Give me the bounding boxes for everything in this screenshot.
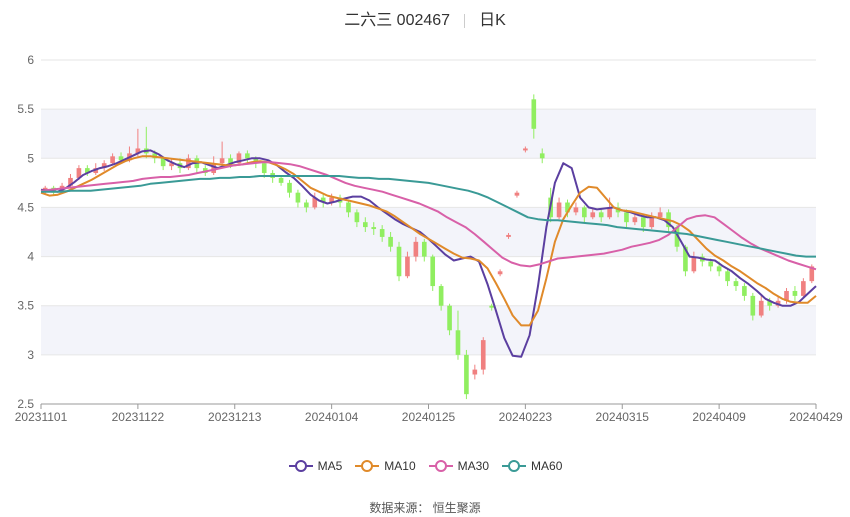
candle-body xyxy=(523,148,528,151)
candle-body xyxy=(598,212,604,218)
y-tick-label: 5.5 xyxy=(17,102,34,116)
plot-band xyxy=(41,207,816,257)
candle-body xyxy=(531,99,537,129)
candle-body xyxy=(539,153,545,159)
candle-body xyxy=(396,246,402,277)
x-axis: 20231101 20231122 20231213 20240104 20240125… xyxy=(15,403,843,424)
candle-body xyxy=(514,192,520,196)
legend-label: MA5 xyxy=(317,459,343,473)
candle-body xyxy=(219,158,225,164)
candle-body xyxy=(464,354,469,395)
legend-item-ma10[interactable]: MA10 xyxy=(354,459,416,473)
data-source: 数据来源： 恒生聚源 xyxy=(369,501,481,515)
candle-body xyxy=(371,227,377,230)
candle-body xyxy=(346,202,351,213)
y-tick-label: 4.5 xyxy=(17,200,34,214)
legend: MA5 MA10 MA30 MA60 xyxy=(0,459,850,476)
candle-body xyxy=(733,281,739,287)
plot-band xyxy=(41,305,816,355)
candle-body xyxy=(455,330,461,355)
candle-body xyxy=(110,156,115,164)
y-axis: 2.5 3 3.5 4 4.5 5 5.5 6 xyxy=(17,53,34,411)
y-tick-label: 4 xyxy=(27,250,34,264)
candle-body xyxy=(725,271,730,282)
legend-marker-icon xyxy=(428,460,453,472)
candle-body xyxy=(801,281,806,296)
candle-body xyxy=(413,241,419,257)
candle-body xyxy=(480,340,486,370)
legend-item-ma5[interactable]: MA5 xyxy=(288,459,343,473)
candle-body xyxy=(295,192,301,203)
candle-body xyxy=(447,305,452,331)
candle-body xyxy=(379,229,385,237)
candle-body xyxy=(287,182,292,193)
x-tick-label: 20240125 xyxy=(402,410,456,424)
candle-body xyxy=(261,163,267,174)
y-tick-label: 2.5 xyxy=(17,397,34,411)
candle-body xyxy=(497,271,503,275)
candle-body xyxy=(556,202,562,218)
candle-body xyxy=(640,217,646,228)
candle-body xyxy=(582,207,587,218)
candle-body xyxy=(354,212,360,223)
x-tick-label: 20240429 xyxy=(789,410,843,424)
x-tick-label: 20240409 xyxy=(692,410,746,424)
candle-body xyxy=(388,236,393,247)
candle-body xyxy=(304,202,309,208)
candle-body xyxy=(363,222,368,228)
y-tick-label: 6 xyxy=(27,53,34,67)
legend-label: MA30 xyxy=(457,459,490,473)
candle-body xyxy=(438,286,444,306)
candle-body xyxy=(742,286,747,296)
candle-body xyxy=(421,241,427,257)
kline-chart[interactable]: 2.5 3 3.5 4 4.5 5 5.5 6 20231101 20231122 2023121… xyxy=(0,0,850,450)
legend-marker-icon xyxy=(502,460,527,472)
candle-body xyxy=(472,369,478,375)
x-tick-label: 20240223 xyxy=(499,410,553,424)
candle-body xyxy=(405,256,410,277)
x-tick-label: 20231101 xyxy=(15,410,68,424)
candle-body xyxy=(708,261,714,267)
candle-body xyxy=(573,207,579,213)
candle-body xyxy=(758,300,764,316)
candle-body xyxy=(624,212,629,223)
candle-body xyxy=(691,256,697,272)
candle-body xyxy=(716,266,722,272)
candle-body xyxy=(649,217,655,228)
y-tick-label: 3 xyxy=(27,348,34,362)
x-tick-label: 20231122 xyxy=(112,410,165,424)
x-tick-label: 20240104 xyxy=(305,410,359,424)
candle-body xyxy=(750,295,756,316)
legend-item-ma30[interactable]: MA30 xyxy=(428,459,489,473)
candle-body xyxy=(489,305,494,308)
plot-bands xyxy=(41,59,816,405)
legend-marker-icon xyxy=(355,460,380,472)
plot-band xyxy=(41,109,816,159)
candle-body xyxy=(430,256,436,287)
y-tick-label: 3.5 xyxy=(17,299,34,313)
candle-body xyxy=(245,153,250,159)
legend-item-ma60[interactable]: MA60 xyxy=(501,459,562,473)
x-tick-label: 20231213 xyxy=(208,410,262,424)
legend-label: MA10 xyxy=(384,459,416,473)
candle-body xyxy=(278,177,284,183)
candle-body xyxy=(632,217,638,223)
candle-body xyxy=(506,234,511,237)
candle-body xyxy=(792,290,798,296)
legend-marker-icon xyxy=(288,460,313,472)
legend-label: MA60 xyxy=(531,459,563,473)
candle-body xyxy=(590,212,596,218)
candle-body xyxy=(657,212,663,218)
y-tick-label: 5 xyxy=(27,151,34,165)
x-tick-label: 20240315 xyxy=(596,410,650,424)
